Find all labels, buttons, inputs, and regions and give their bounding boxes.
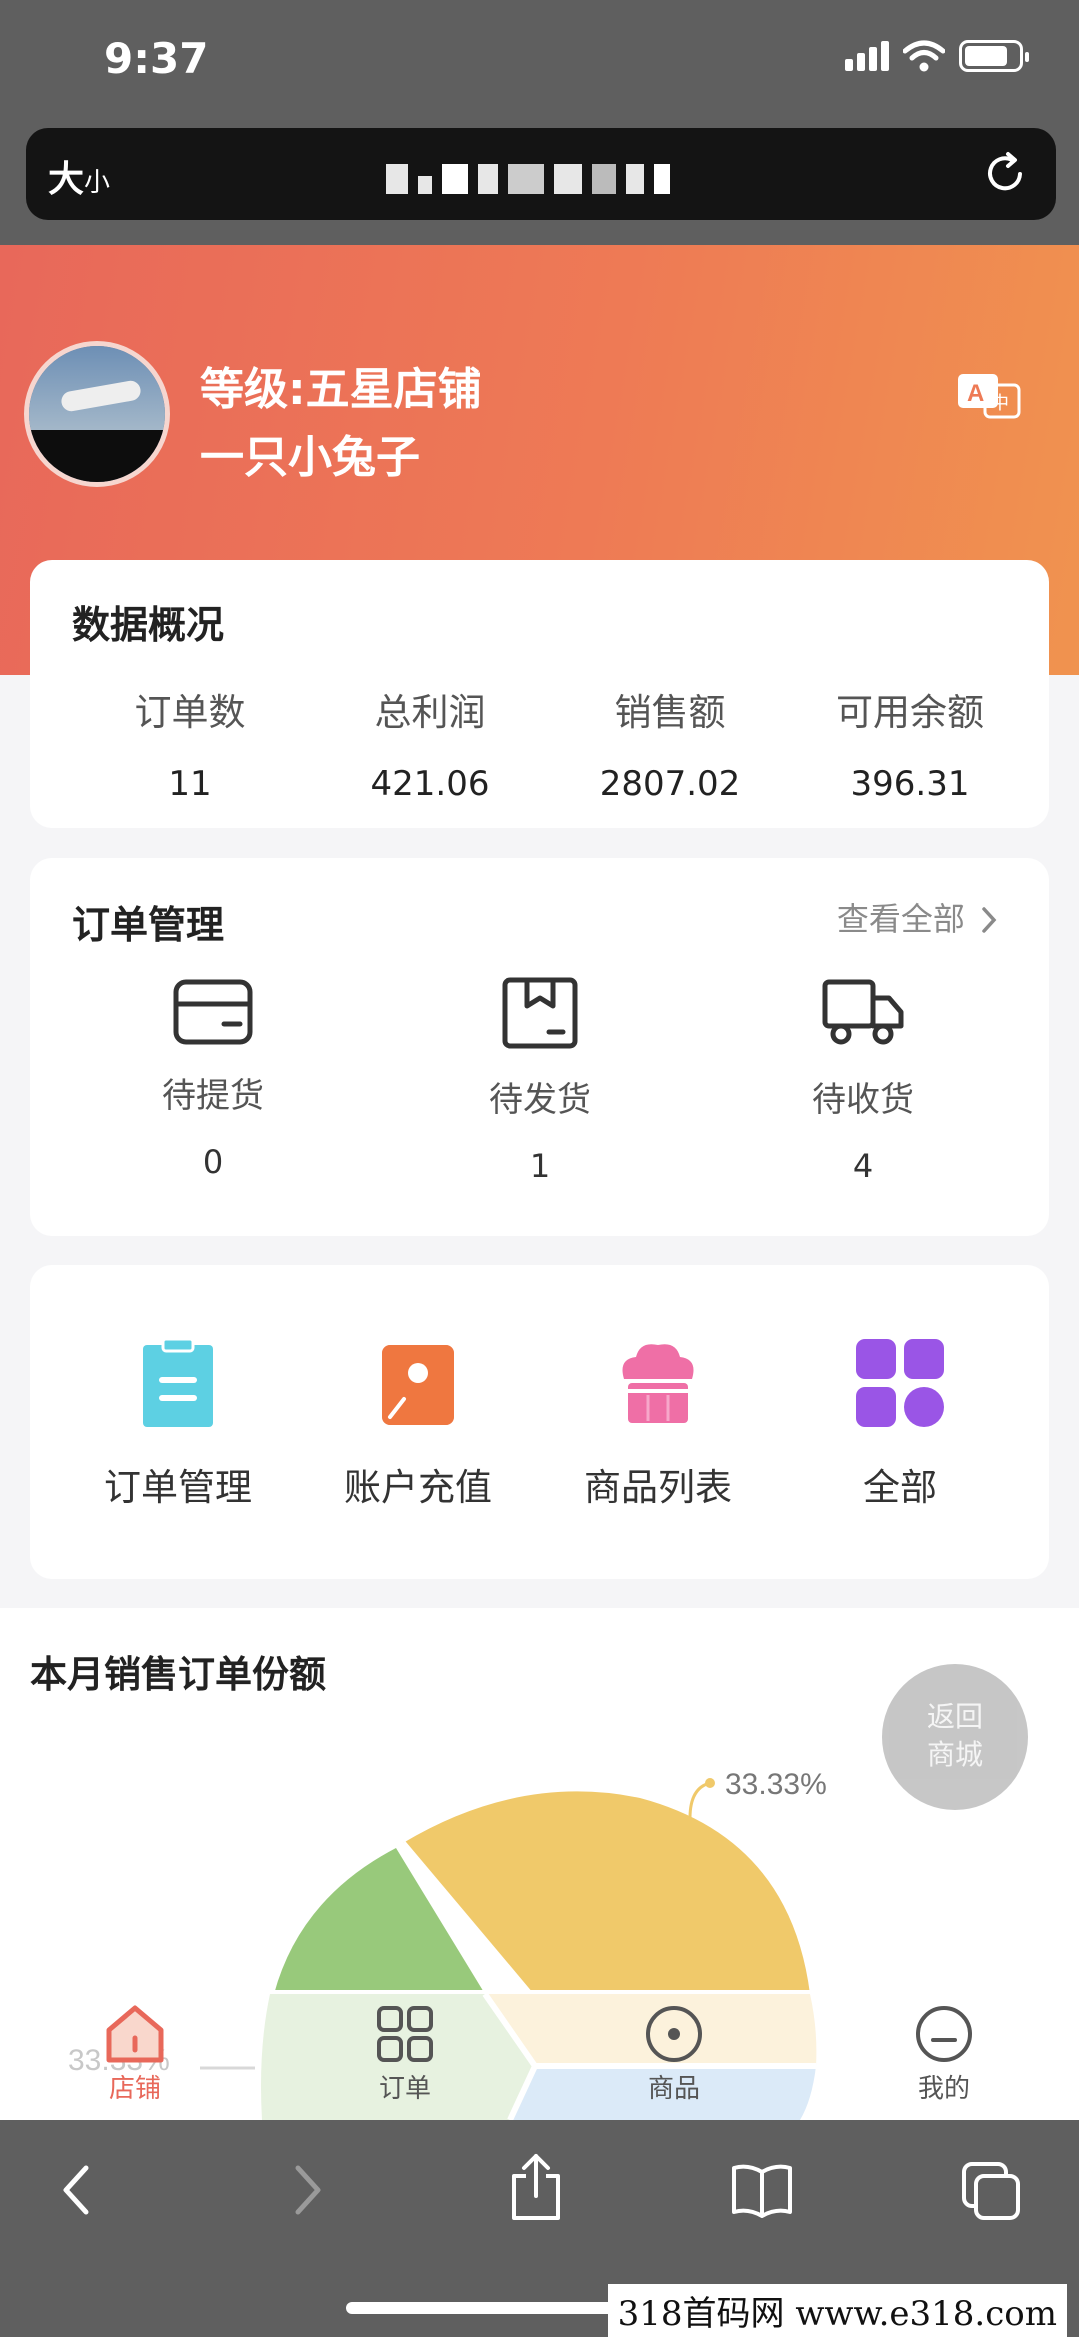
menu-order-management[interactable]: 订单管理	[68, 1337, 288, 1511]
bottom-tab-bar: 店铺 订单 商品 我的	[0, 1990, 1079, 2118]
battery-icon	[959, 40, 1029, 72]
watermark: 318首码网 www.e318.com	[607, 2284, 1067, 2337]
back-icon[interactable]	[56, 2160, 96, 2220]
apps-icon	[377, 2006, 433, 2062]
back-to-mall-button[interactable]: 返回 商城	[882, 1664, 1028, 1810]
wifi-icon	[903, 40, 945, 72]
tab-mine[interactable]: 我的	[874, 2004, 1014, 2105]
svg-text:A: A	[967, 380, 984, 407]
order-pending-ship[interactable]: 待发货 1	[440, 976, 640, 1185]
svg-text:中: 中	[991, 393, 1009, 414]
stat-balance: 可用余额 396.31	[836, 691, 984, 804]
menu-all[interactable]: 全部	[790, 1337, 1010, 1511]
clipboard-icon	[143, 1337, 213, 1427]
stat-total-profit: 总利润 421.06	[370, 691, 490, 804]
translate-icon[interactable]: A 中	[955, 371, 1023, 421]
product-icon	[646, 2006, 702, 2062]
avatar[interactable]	[24, 341, 170, 487]
status-time: 9:37	[104, 34, 209, 83]
url-bar[interactable]: 大小	[26, 128, 1056, 220]
truck-icon	[822, 979, 904, 1045]
recharge-icon	[382, 1345, 454, 1425]
browser-top-chrome: 9:37 大小	[0, 0, 1079, 245]
stat-sales: 销售额 2807.02	[599, 691, 741, 804]
home-icon	[106, 2005, 164, 2063]
browser-bottom-toolbar: 318首码网 www.e318.com	[0, 2120, 1079, 2337]
order-pending-pickup[interactable]: 待提货 0	[113, 976, 313, 1181]
signal-icon	[845, 41, 889, 71]
text-size-button[interactable]: 大小	[48, 150, 110, 202]
cake-icon	[622, 1344, 694, 1423]
menu-account-recharge[interactable]: 账户充值	[308, 1337, 528, 1511]
status-icons	[845, 40, 1029, 72]
order-management-card: 订单管理 查看全部 待提货 0 待发货 1 待收货 4	[30, 858, 1049, 1236]
grid-icon	[856, 1339, 944, 1427]
box-icon	[502, 977, 578, 1049]
shop-level: 等级:五星店铺	[200, 364, 482, 415]
order-pending-receive[interactable]: 待收货 4	[763, 976, 963, 1185]
chevron-right-icon	[982, 907, 997, 933]
tabs-icon[interactable]	[960, 2160, 1024, 2224]
stat-order-count: 订单数 11	[134, 691, 246, 804]
data-overview-card: 数据概况 订单数 11 总利润 421.06 销售额 2807.02 可用余额 …	[30, 560, 1049, 828]
forward-icon[interactable]	[288, 2160, 328, 2220]
menu-product-list[interactable]: 商品列表	[548, 1337, 768, 1511]
reload-icon[interactable]	[982, 150, 1028, 196]
user-icon	[916, 2006, 972, 2062]
orders-title: 订单管理	[72, 903, 225, 947]
quick-menu-card: 订单管理 账户充值 商品列表 全部	[30, 1265, 1049, 1579]
view-all-link[interactable]: 查看全部	[837, 894, 997, 940]
tab-store[interactable]: 店铺	[65, 2004, 205, 2105]
wallet-icon	[173, 979, 253, 1045]
tab-orders[interactable]: 订单	[335, 2004, 475, 2105]
tab-products[interactable]: 商品	[604, 2004, 744, 2105]
overview-title: 数据概况	[72, 603, 225, 647]
share-icon[interactable]	[508, 2152, 564, 2222]
bookmarks-icon[interactable]	[730, 2160, 794, 2220]
shop-name: 一只小兔子	[200, 432, 420, 483]
chart-label-top: 33.33%	[725, 1768, 827, 1801]
url-text-mosaic	[386, 164, 670, 194]
